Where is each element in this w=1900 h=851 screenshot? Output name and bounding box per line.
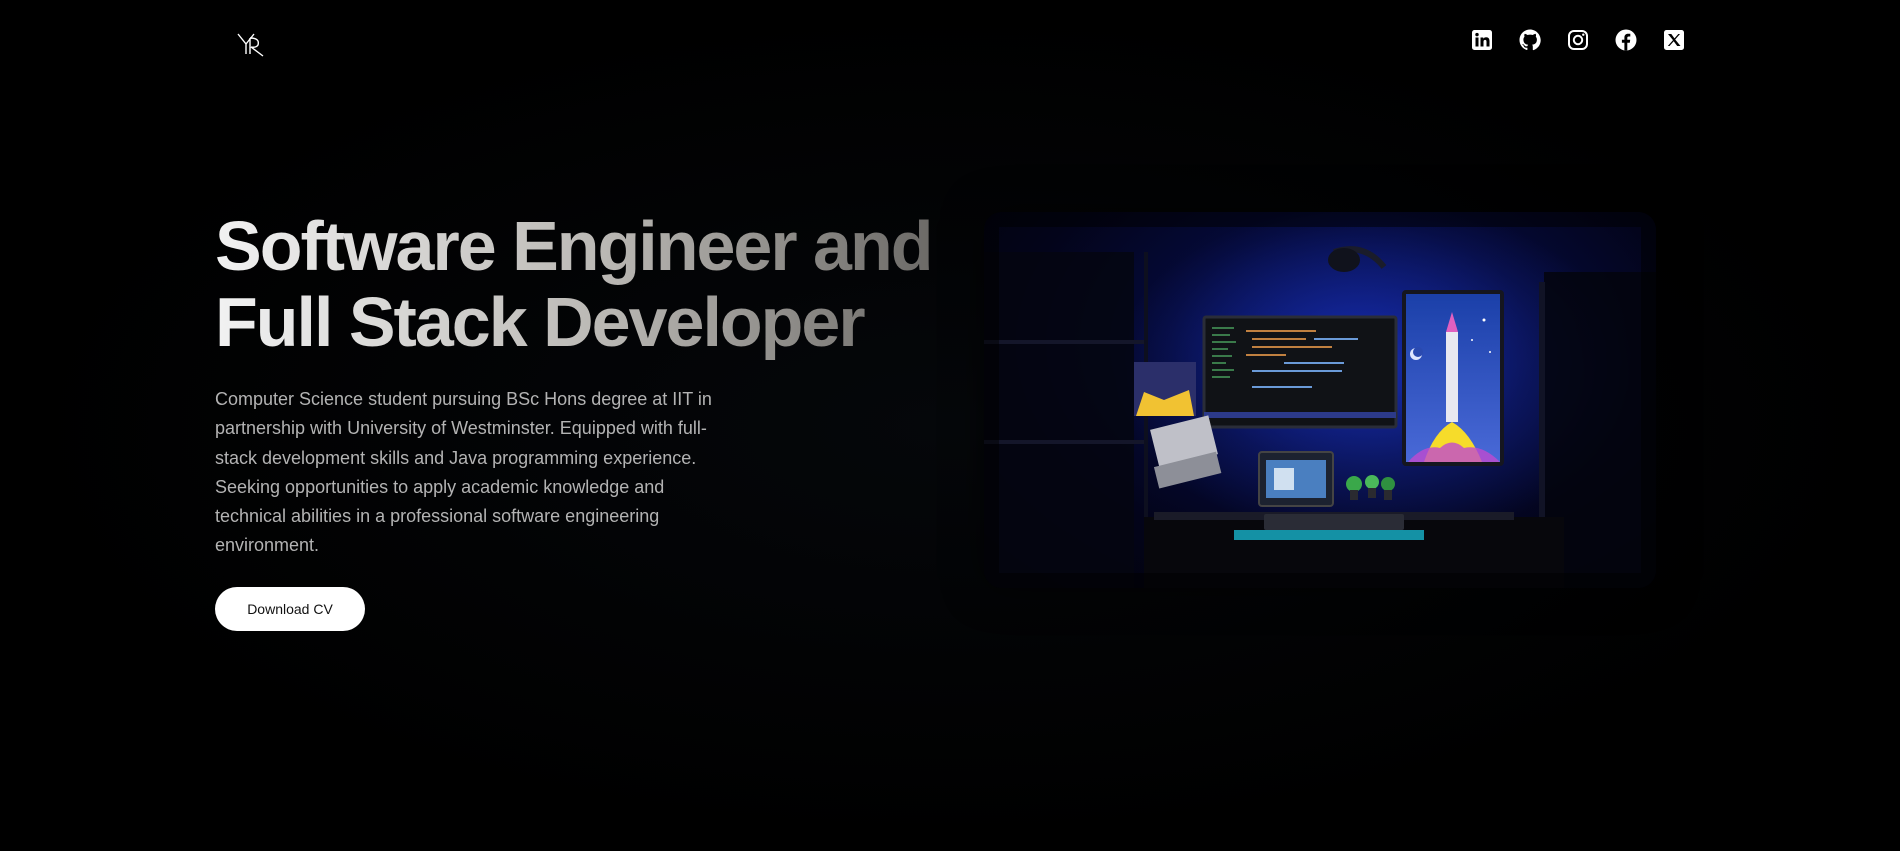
github-icon[interactable]	[1518, 28, 1542, 52]
intro-paragraph: Computer Science student pursuing BSc Ho…	[215, 389, 712, 556]
page: Software Engineer and Full Stack Develop…	[0, 0, 1900, 851]
download-cv-button[interactable]: Download CV	[215, 587, 365, 631]
x-icon[interactable]	[1662, 28, 1686, 52]
monogram-logo[interactable]	[236, 30, 268, 58]
headline-line-2: Full Stack Developer	[215, 283, 864, 361]
linkedin-icon[interactable]	[1470, 28, 1494, 52]
facebook-icon[interactable]	[1614, 28, 1638, 52]
desk-setup-photo	[984, 212, 1656, 588]
logo-icon	[237, 33, 264, 57]
page-title: Software Engineer and Full Stack Develop…	[215, 208, 931, 360]
instagram-icon[interactable]	[1566, 28, 1590, 52]
social-links	[1470, 28, 1686, 52]
headline-line-1: Software Engineer and	[215, 207, 932, 285]
